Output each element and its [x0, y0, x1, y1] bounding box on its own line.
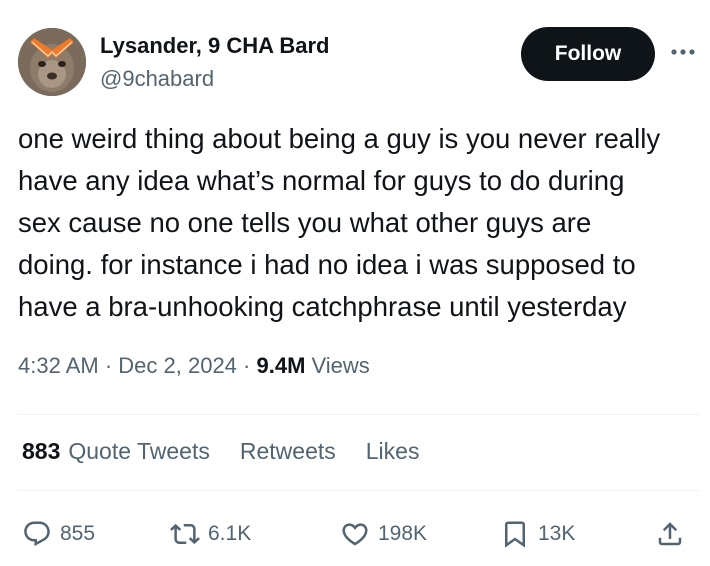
views-label: Views	[305, 353, 370, 378]
tweet-text-line: have a bra-unhooking catchphrase until y…	[18, 291, 627, 322]
like-count: 198K	[378, 522, 428, 545]
more-horizontal-icon	[671, 49, 695, 55]
tweet-text-line: doing. for instance i had no idea i was …	[18, 249, 636, 280]
divider	[18, 490, 700, 491]
bookmark-button[interactable]: 13K	[500, 512, 575, 556]
action-bar: 855 6.1K 198K 13K	[0, 512, 710, 556]
tweet-card: Lysander, 9 CHA Bard @9chabard Follow on…	[0, 0, 710, 566]
retweet-count: 6.1K	[208, 522, 252, 545]
tweet-text-line: have any idea what’s normal for guys to …	[18, 165, 625, 196]
tweet-date[interactable]: Dec 2, 2024	[118, 353, 237, 378]
author-handle[interactable]: @9chabard	[100, 66, 214, 92]
author-name[interactable]: Lysander, 9 CHA Bard	[100, 33, 329, 59]
retweets-link[interactable]: Retweets	[240, 438, 336, 465]
quote-tweets-count: 883	[22, 438, 61, 464]
avatar[interactable]	[18, 28, 86, 96]
bookmark-count: 13K	[538, 522, 576, 545]
tweet-text-line: sex cause no one tells you what other gu…	[18, 207, 592, 238]
more-options-button[interactable]	[666, 40, 700, 64]
meta-separator: ·	[98, 353, 119, 378]
likes-link[interactable]: Likes	[366, 438, 420, 465]
tweet-text: one weird thing about being a guy is you…	[18, 118, 708, 328]
retweet-icon	[170, 519, 200, 549]
divider	[18, 414, 700, 415]
views-count: 9.4M	[256, 353, 306, 378]
tweet-time[interactable]: 4:32 AM	[18, 353, 99, 378]
bookmark-icon	[500, 519, 530, 549]
quote-tweets-label: Quote Tweets	[68, 438, 210, 464]
like-button[interactable]: 198K	[340, 512, 427, 556]
meta-separator: ·	[236, 353, 257, 378]
follow-button[interactable]: Follow	[521, 27, 655, 81]
engagement-stats: 883 Quote Tweets Retweets Likes	[22, 438, 419, 465]
heart-icon	[340, 519, 370, 549]
share-icon	[655, 519, 685, 549]
tweet-meta: 4:32 AM · Dec 2, 2024 · 9.4M Views	[18, 353, 370, 379]
avatar-image-icon	[18, 28, 86, 96]
reply-button[interactable]: 855	[22, 512, 95, 556]
reply-icon	[22, 519, 52, 549]
quote-tweets-link[interactable]: 883 Quote Tweets	[22, 438, 210, 465]
share-button[interactable]	[655, 512, 685, 556]
tweet-text-line: one weird thing about being a guy is you…	[18, 123, 661, 154]
retweet-button[interactable]: 6.1K	[170, 512, 251, 556]
reply-count: 855	[60, 522, 96, 545]
